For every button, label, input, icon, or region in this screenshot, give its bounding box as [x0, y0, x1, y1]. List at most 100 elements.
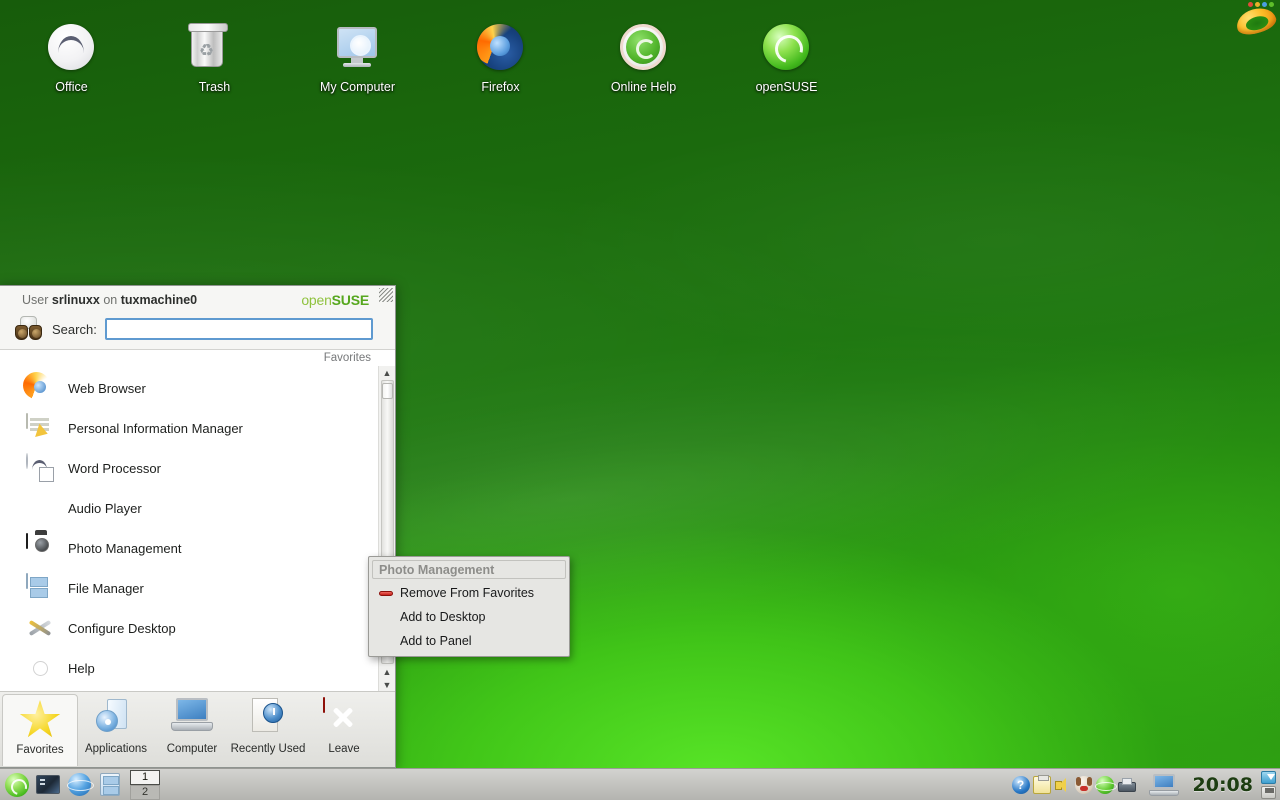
applications-icon: [95, 698, 137, 740]
network-globe-icon[interactable]: [1096, 776, 1114, 794]
tab-applications[interactable]: Applications: [78, 694, 154, 766]
clipboard-icon[interactable]: [1033, 776, 1051, 794]
context-menu-item-label: Add to Panel: [378, 634, 472, 648]
desktop-icon-firefox[interactable]: Firefox: [429, 24, 572, 94]
favorite-item-label: Word Processor: [68, 461, 161, 476]
tools-icon: [26, 614, 54, 642]
favorite-item-word-processor[interactable]: Word Processor: [0, 448, 378, 488]
tab-label: Computer: [167, 743, 218, 755]
kickoff-header: User srlinuxx on tuxmachine0 openSUSE Se…: [0, 286, 395, 350]
scroll-down-arrow-icon-2[interactable]: ▼: [380, 678, 395, 691]
laptop-icon: [171, 698, 213, 740]
cashew-dots: [1248, 2, 1274, 7]
download-icon[interactable]: [1261, 771, 1276, 784]
favorite-item-label: File Manager: [68, 581, 144, 596]
context-menu-item-remove-from-favorites[interactable]: Remove From Favorites: [372, 581, 566, 605]
favorite-item-configure-desktop[interactable]: Configure Desktop: [0, 608, 378, 648]
host-name: tuxmachine0: [121, 293, 197, 307]
camera-icon: [26, 534, 54, 562]
desktop-icon-opensuse[interactable]: openSUSE: [715, 24, 858, 94]
desktop-icon-online-help[interactable]: Online Help: [572, 24, 715, 94]
tab-recently-used[interactable]: Recently Used: [230, 694, 306, 766]
scrollbar-thumb[interactable]: [382, 383, 393, 399]
remove-minus-icon: [378, 585, 394, 601]
favorite-item-help[interactable]: Help: [0, 648, 378, 688]
panel-clock[interactable]: 20:08: [1185, 774, 1261, 796]
opensuse-icon: [763, 24, 811, 72]
tab-label: Leave: [328, 743, 359, 755]
save-disk-icon[interactable]: [1261, 786, 1276, 799]
favorite-item-photo-management[interactable]: Photo Management: [0, 528, 378, 568]
context-menu-item-label: Remove From Favorites: [400, 586, 534, 600]
terminal-icon: [36, 775, 60, 794]
context-menu-title: Photo Management: [372, 560, 566, 579]
kickoff-user-text: User srlinuxx on tuxmachine0: [22, 293, 197, 307]
desktop-pager[interactable]: 1 2: [130, 770, 160, 800]
desktop-icon-label: Online Help: [611, 80, 676, 94]
favorite-item-label: Web Browser: [68, 381, 146, 396]
pager-desktop-1[interactable]: 1: [130, 770, 160, 785]
volume-icon[interactable]: [1054, 776, 1072, 794]
tab-label: Applications: [85, 743, 147, 755]
tab-computer[interactable]: Computer: [154, 694, 230, 766]
search-binoculars-icon: [14, 316, 44, 342]
context-menu-item-add-to-desktop[interactable]: Add to Desktop: [372, 605, 566, 629]
tab-leave[interactable]: Leave: [306, 694, 382, 766]
desktop-icon-label: My Computer: [320, 80, 395, 94]
desktop-icon-my-computer[interactable]: My Computer: [286, 24, 429, 94]
firefox-icon: [26, 374, 54, 402]
writer-icon: [26, 454, 54, 482]
amarok-icon: [26, 494, 54, 522]
printer-icon[interactable]: [1117, 776, 1135, 794]
opensuse-wordmark: openSUSE: [301, 292, 389, 308]
kickoff-section-label: Favorites: [0, 350, 395, 366]
favorites-list: Web Browser Personal Information Manager…: [0, 366, 378, 691]
favorite-item-audio-player[interactable]: Audio Player: [0, 488, 378, 528]
star-icon: [19, 699, 61, 741]
favorite-item-pim[interactable]: Personal Information Manager: [0, 408, 378, 448]
user-prefix: User: [22, 293, 48, 307]
kickoff-tab-bar: Favorites Applications Computer Recently…: [0, 691, 395, 767]
help-icon[interactable]: [1012, 776, 1030, 794]
kontact-icon: [26, 414, 54, 442]
taskbar-panel: 1 2 20:08: [0, 768, 1280, 800]
panel-launchers: [0, 771, 124, 799]
favorite-item-label: Photo Management: [68, 541, 181, 556]
kickoff-application-launcher[interactable]: User srlinuxx on tuxmachine0 openSUSE Se…: [0, 285, 396, 768]
panel-opensuse-menu-button[interactable]: [3, 771, 31, 799]
panel-browser-button[interactable]: [65, 771, 93, 799]
favorite-item-label: Configure Desktop: [68, 621, 176, 636]
leave-x-icon: [323, 698, 365, 740]
resize-grip-handle[interactable]: [379, 288, 393, 302]
plasma-toolbox-cashew[interactable]: [1228, 0, 1280, 40]
panel-terminal-button[interactable]: [34, 771, 62, 799]
favorite-item-label: Personal Information Manager: [68, 421, 243, 436]
laptop-icon[interactable]: [1149, 774, 1179, 796]
favorite-item-web-browser[interactable]: Web Browser: [0, 368, 378, 408]
desktop-icon-label: Trash: [199, 80, 231, 94]
panel-file-manager-button[interactable]: [96, 771, 124, 799]
tab-label: Favorites: [16, 744, 63, 756]
favorite-item-file-manager[interactable]: File Manager: [0, 568, 378, 608]
desktop-icon-label: Office: [55, 80, 87, 94]
file-manager-icon: [100, 773, 120, 796]
kickoff-search-row: Search:: [0, 313, 395, 349]
office-clock-icon: [48, 24, 96, 72]
favorite-context-menu[interactable]: Photo Management Remove From Favorites A…: [368, 556, 570, 657]
search-label: Search:: [52, 322, 97, 337]
panel-mini-icons: [1261, 771, 1280, 799]
tab-favorites[interactable]: Favorites: [2, 694, 78, 766]
tab-label: Recently Used: [231, 743, 306, 755]
recent-clock-icon: [247, 698, 289, 740]
kget-dog-icon[interactable]: [1075, 776, 1093, 794]
desktop-icon-trash[interactable]: Trash: [143, 24, 286, 94]
pager-desktop-2[interactable]: 2: [130, 785, 160, 800]
favorite-item-label: Help: [68, 661, 95, 676]
favorite-item-label: Audio Player: [68, 501, 142, 516]
scroll-up-arrow-icon[interactable]: ▲: [380, 366, 395, 379]
context-menu-item-add-to-panel[interactable]: Add to Panel: [372, 629, 566, 653]
search-input[interactable]: [105, 318, 373, 340]
scroll-down-arrow-icon[interactable]: ▲: [380, 665, 395, 678]
desktop-icon-row: Office Trash My Computer Firefox Online …: [0, 24, 858, 94]
desktop-icon-office[interactable]: Office: [0, 24, 143, 94]
